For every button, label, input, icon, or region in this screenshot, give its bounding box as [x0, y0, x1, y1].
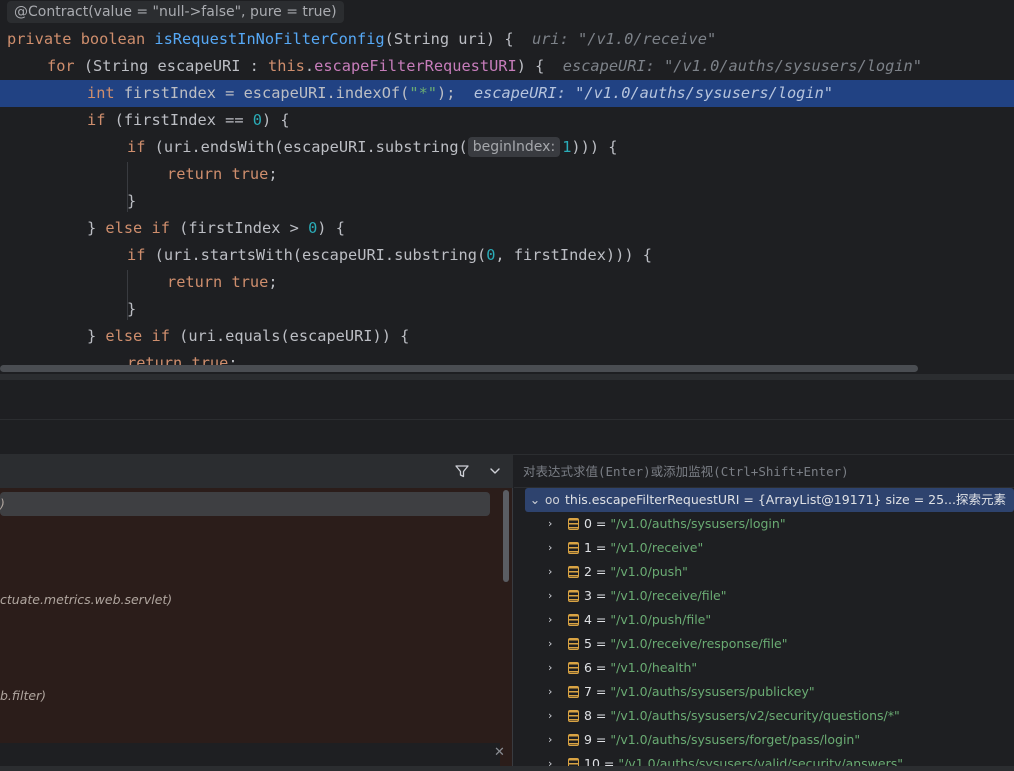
chevron-right-icon[interactable]: ›	[548, 728, 552, 752]
code-line-12[interactable]: } else if (uri.equals(escapeURI)) {	[0, 323, 1014, 350]
frame-item-selected[interactable]: )	[0, 492, 490, 516]
frames-toolbar	[0, 455, 513, 488]
variables-panel: 对表达式求值(Enter)或添加监视(Ctrl+Shift+Enter) ⌄ o…	[514, 455, 1014, 771]
list-item[interactable]: › 1 = "/v1.0/receive"	[514, 536, 1014, 560]
inline-value-hint: uri: "/v1.0/receive"	[531, 30, 717, 48]
list-item[interactable]: › 2 = "/v1.0/push"	[514, 560, 1014, 584]
code-line-6[interactable]: return true;	[0, 161, 1014, 188]
frames-vertical-scrollbar[interactable]	[503, 490, 509, 582]
list-item[interactable]: › 8 = "/v1.0/auths/sysusers/v2/security/q…	[514, 704, 1014, 728]
editor-horizontal-scrollbar[interactable]	[0, 365, 918, 372]
code-line-1[interactable]: private boolean isRequestInNoFilterConfi…	[0, 26, 1014, 53]
chevron-right-icon[interactable]: ›	[548, 512, 552, 536]
field-icon	[568, 518, 579, 530]
chevron-down-icon[interactable]	[487, 463, 503, 479]
list-item[interactable]: › 9 = "/v1.0/auths/sysusers/forget/pass/l…	[514, 728, 1014, 752]
status-strip	[0, 766, 1014, 771]
code-line-5[interactable]: if (uri.endsWith(escapeURI.substring(beg…	[0, 134, 1014, 161]
frames-panel: ) ctuate.metrics.web.servlet) b.filter) …	[0, 455, 513, 771]
code-line-3-current[interactable]: int firstIndex = escapeURI.indexOf("*");…	[0, 80, 1014, 107]
list-item[interactable]: › 6 = "/v1.0/health"	[514, 656, 1014, 680]
field-icon	[568, 614, 579, 626]
inline-value-hint: escapeURI: "/v1.0/auths/sysusers/login"	[562, 57, 922, 75]
list-item[interactable]: › 3 = "/v1.0/receive/file"	[514, 584, 1014, 608]
evaluate-expression-input[interactable]: 对表达式求值(Enter)或添加监视(Ctrl+Shift+Enter)	[514, 455, 1014, 488]
code-line-9[interactable]: if (uri.startsWith(escapeURI.substring(0…	[0, 242, 1014, 269]
field-icon	[568, 566, 579, 578]
close-icon[interactable]: ✕	[494, 745, 505, 760]
field-icon	[568, 638, 579, 650]
field-icon	[568, 686, 579, 698]
code-line-11[interactable]: }	[0, 296, 1014, 323]
list-item[interactable]: › 4 = "/v1.0/push/file"	[514, 608, 1014, 632]
field-icon	[568, 710, 579, 722]
list-item[interactable]: › 0 = "/v1.0/auths/sysusers/login"	[514, 512, 1014, 536]
chevron-right-icon[interactable]: ›	[548, 608, 552, 632]
contract-annotation-hint: @Contract(value = "null->false", pure = …	[7, 1, 344, 23]
code-line-7[interactable]: }	[0, 188, 1014, 215]
field-icon	[568, 662, 579, 674]
code-line-2[interactable]: for (String escapeURI : this.escapeFilte…	[0, 53, 1014, 80]
frame-item[interactable]: b.filter)	[0, 684, 46, 708]
code-line-8[interactable]: } else if (firstIndex > 0) {	[0, 215, 1014, 242]
debug-toolbar-area	[0, 380, 1014, 420]
debug-tabs-area	[0, 421, 1014, 455]
chevron-right-icon[interactable]: ›	[548, 560, 552, 584]
filter-icon[interactable]	[454, 463, 470, 479]
frames-list: ) ctuate.metrics.web.servlet) b.filter)	[0, 488, 500, 743]
chevron-right-icon[interactable]: ›	[548, 704, 552, 728]
code-line-4[interactable]: if (firstIndex == 0) {	[0, 107, 1014, 134]
code-editor[interactable]: @Contract(value = "null->false", pure = …	[0, 0, 1014, 374]
inline-value-hint: escapeURI: "/v1.0/auths/sysusers/login"	[473, 84, 834, 102]
field-icon	[568, 590, 579, 602]
field-icon	[568, 542, 579, 554]
chevron-right-icon[interactable]: ›	[548, 536, 552, 560]
chevron-right-icon[interactable]: ›	[548, 680, 552, 704]
watch-row[interactable]: ⌄ oo this.escapeFilterRequestURI = {Arra…	[525, 488, 1014, 512]
list-item[interactable]: › 7 = "/v1.0/auths/sysusers/publickey"	[514, 680, 1014, 704]
watch-expression: this.escapeFilterRequestURI = {ArrayList…	[565, 492, 1006, 507]
field-icon	[568, 734, 579, 746]
chevron-right-icon[interactable]: ›	[548, 656, 552, 680]
chevron-right-icon[interactable]: ›	[548, 632, 552, 656]
chevron-right-icon[interactable]: ›	[548, 584, 552, 608]
chevron-down-icon[interactable]: ⌄	[529, 488, 541, 512]
glasses-icon: oo	[545, 493, 560, 507]
frame-item[interactable]: ctuate.metrics.web.servlet)	[0, 588, 172, 612]
code-line-10[interactable]: return true;	[0, 269, 1014, 296]
list-item[interactable]: › 5 = "/v1.0/receive/response/file"	[514, 632, 1014, 656]
parameter-name-hint: beginIndex:	[467, 137, 561, 157]
